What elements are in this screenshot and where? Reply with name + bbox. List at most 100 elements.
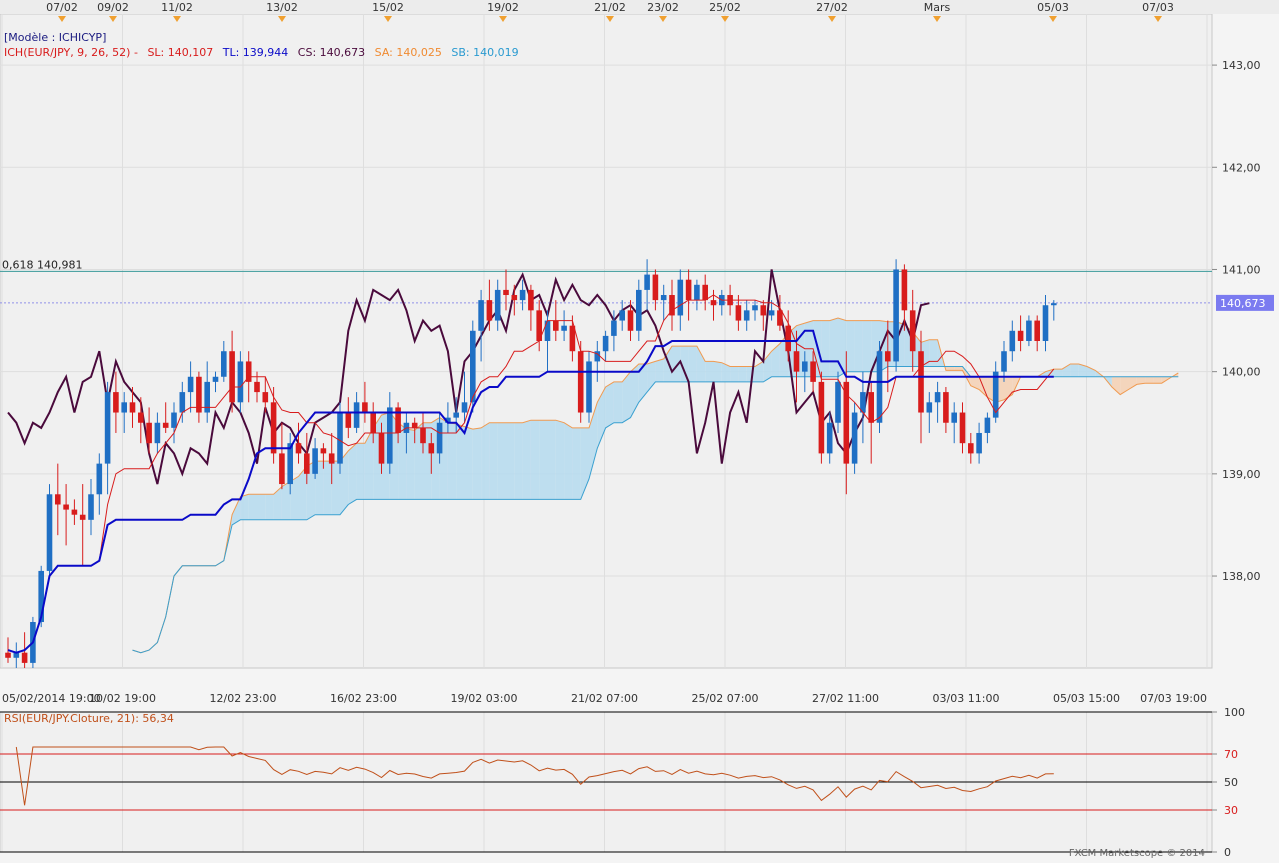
kumo-segment [348, 443, 357, 505]
candle-body [212, 376, 219, 382]
candle-body [976, 432, 982, 454]
kumo-segment [539, 420, 548, 500]
top-date-label: 19/02 [487, 1, 519, 14]
candle-body [677, 279, 684, 316]
candle-body [453, 412, 459, 418]
candle-body [959, 412, 966, 444]
candle-body [470, 330, 476, 403]
candle-body [743, 310, 750, 321]
candle-body [494, 289, 501, 321]
bottom-date-label: 05/02/2014 19:00 [2, 692, 101, 705]
candle-body [312, 448, 318, 474]
candle-body [229, 351, 235, 403]
indicator-name: ICH(EUR/JPY, 9, 26, 52) - [4, 46, 138, 59]
cs-value: CS: 140,673 [297, 46, 366, 59]
candle-body [810, 361, 816, 382]
candle-body [1017, 330, 1024, 341]
copyright-footer: FXCM Marketscope © 2014 [1069, 848, 1205, 859]
candle-body [71, 509, 78, 515]
candle-body [793, 351, 800, 372]
candle-body [752, 305, 758, 311]
candle-body [179, 392, 186, 413]
candle-body [768, 310, 775, 316]
candle-body [96, 463, 103, 495]
candle-body [328, 453, 335, 464]
candle-body [370, 412, 376, 433]
candle-body [5, 652, 11, 658]
bottom-date-label: 27/02 11:00 [812, 692, 879, 705]
rsi-tick-label: 0 [1224, 846, 1231, 859]
candle-body [619, 310, 625, 321]
kumo-segment [705, 361, 714, 382]
fibonacci-label: 0,618 140,981 [2, 258, 82, 271]
kumo-segment [522, 420, 531, 500]
top-date-label: 07/02 [46, 1, 78, 14]
kumo-segment [1070, 363, 1079, 377]
candle-body [138, 412, 144, 423]
price-chart[interactable]: 05/02/2014 19:0010/02 19:00 12/02 23:00 16… [0, 0, 1279, 860]
kumo-segment [331, 461, 340, 515]
price-tick-label: 139,00 [1222, 468, 1261, 481]
rsi-tick-label: 50 [1224, 776, 1238, 789]
candle-body [644, 274, 650, 290]
candle-body [851, 412, 858, 464]
candle-body [55, 494, 61, 505]
kumo-segment [356, 443, 365, 500]
kumo-segment [564, 422, 573, 500]
kumo-segment [945, 366, 955, 371]
candle-body [104, 392, 111, 464]
kumo-segment [323, 461, 332, 515]
candle-body [46, 494, 53, 571]
bottom-date-label: 12/02 23:00 [210, 692, 277, 705]
top-date-label: 11/02 [161, 1, 193, 14]
candle-body [652, 274, 659, 301]
candle-body [826, 422, 833, 454]
sb-value: SB: 140,019 [451, 46, 519, 59]
chart-stage: 05/02/2014 19:00 10/02 19:00 12/02 23:00 16… [0, 0, 1279, 860]
candle-body [1034, 320, 1040, 341]
bottom-date-label: 16/02 23:00 [330, 692, 397, 705]
candle-body [876, 351, 883, 423]
candle-body [685, 279, 692, 301]
sl-value: SL: 140,107 [147, 46, 214, 59]
candle-body [187, 376, 194, 393]
kumo-segment [530, 420, 540, 500]
kumo-segment [281, 481, 291, 520]
candle-body [237, 361, 244, 403]
candle-body [1001, 351, 1007, 372]
kumo-segment [821, 320, 830, 377]
kumo-segment [655, 358, 664, 382]
candle-body [918, 351, 924, 413]
kumo-segment [738, 366, 747, 382]
candle-body [287, 443, 293, 485]
top-date-label: 05/03 [1037, 1, 1069, 14]
candle-body [411, 422, 418, 428]
top-date-label: 13/02 [266, 1, 298, 14]
kumo-segment [613, 381, 623, 423]
candle-body [694, 284, 700, 301]
candle-body [926, 402, 933, 413]
candle-body [353, 402, 360, 428]
kumo-segment [572, 427, 581, 500]
candle-body [760, 305, 767, 316]
kumo-segment [730, 366, 739, 382]
candle-body [636, 289, 642, 331]
kumo-segment [1145, 376, 1154, 384]
candle-body [968, 443, 974, 454]
price-tick-label: 143,00 [1222, 59, 1261, 72]
bottom-date-label: 21/02 07:00 [571, 692, 638, 705]
candle-body [702, 284, 708, 301]
indicator-legend: [Modèle : ICHICYP] ICH(EUR/JPY, 9, 26, 5… [4, 30, 525, 60]
candle-body [885, 351, 891, 362]
kumo-segment [846, 320, 855, 372]
kumo-segment [472, 427, 482, 500]
rsi-title: RSI(EUR/JPY.Cloture, 21): 56,34 [4, 712, 174, 725]
candle-body [295, 443, 302, 454]
price-tick-label: 142,00 [1222, 161, 1261, 174]
candle-body [1051, 303, 1057, 306]
kumo-segment [265, 494, 274, 520]
bottom-date-label: 19/02 03:00 [451, 692, 518, 705]
top-date-label: 25/02 [709, 1, 741, 14]
candle-body [611, 320, 617, 336]
candle-body [602, 335, 609, 352]
